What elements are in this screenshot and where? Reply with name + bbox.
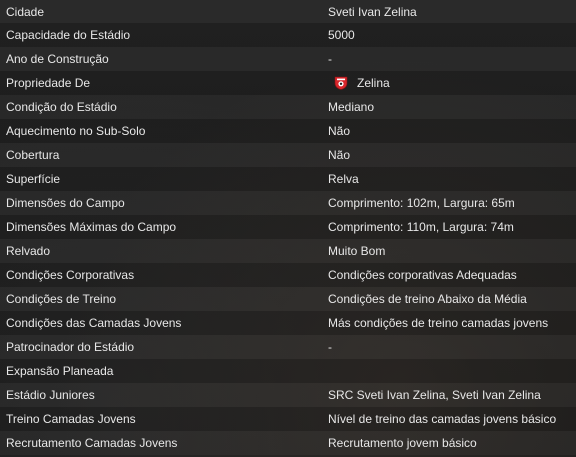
- row-youth-facilities: Condições das Camadas Jovens Más condiçõ…: [0, 311, 576, 335]
- row-training-facilities: Condições de Treino Condições de treino …: [0, 287, 576, 311]
- row-label: Recrutamento Camadas Jovens: [6, 436, 178, 450]
- row-label: Dimensões Máximas do Campo: [6, 220, 177, 234]
- row-value: Muito Bom: [328, 244, 386, 258]
- row-label: Expansão Planeada: [6, 364, 114, 378]
- row-label: Estádio Juniores: [6, 388, 95, 402]
- row-label: Aquecimento no Sub-Solo: [6, 124, 146, 138]
- owner-club[interactable]: Zelina: [328, 76, 390, 90]
- row-year-built: Ano de Construção -: [0, 47, 576, 71]
- row-label: Condições das Camadas Jovens: [6, 316, 182, 330]
- row-value: Recrutamento jovem básico: [328, 436, 477, 450]
- row-value: Sveti Ivan Zelina: [328, 4, 417, 19]
- row-label: Patrocinador do Estádio: [6, 340, 135, 354]
- row-value: Não: [328, 148, 351, 162]
- row-youth-recruitment: Recrutamento Camadas Jovens Recrutamento…: [0, 431, 576, 455]
- row-corporate-facilities: Condições Corporativas Condições corpora…: [0, 263, 576, 287]
- row-value: Comprimento: 102m, Largura: 65m: [328, 196, 515, 210]
- row-value: Más condições de treino camadas jovens: [328, 316, 549, 330]
- row-planned-expansion: Expansão Planeada: [0, 359, 576, 383]
- club-crest-icon: [334, 76, 348, 90]
- row-label: Superfície: [6, 172, 61, 186]
- row-label: Propriedade De: [6, 76, 91, 90]
- row-label: Cidade: [6, 4, 45, 19]
- row-value: Não: [328, 124, 351, 138]
- row-label: Dimensões do Campo: [6, 196, 125, 210]
- row-roof: Cobertura Não: [0, 143, 576, 167]
- row-max-pitch-dimensions: Dimensões Máximas do Campo Comprimento: …: [0, 215, 576, 239]
- row-junior-stadium: Estádio Juniores SRC Sveti Ivan Zelina, …: [0, 383, 576, 407]
- row-value: -: [328, 52, 332, 66]
- row-label: Cobertura: [6, 148, 60, 162]
- row-surface: Superfície Relva: [0, 167, 576, 191]
- row-stadium-condition: Condição do Estádio Mediano: [0, 95, 576, 119]
- row-value: SRC Sveti Ivan Zelina, Sveti Ivan Zelina: [328, 388, 541, 402]
- row-pitch-dimensions: Dimensões do Campo Comprimento: 102m, La…: [0, 191, 576, 215]
- row-value: Relva: [328, 172, 359, 186]
- stadium-info-panel: Cidade Sveti Ivan Zelina Capacidade do E…: [0, 0, 576, 457]
- row-value: Comprimento: 110m, Largura: 74m: [328, 220, 514, 234]
- row-label: Treino Camadas Jovens: [6, 412, 136, 426]
- row-owner: Propriedade De Zelina: [0, 71, 576, 95]
- row-value: Mediano: [328, 100, 375, 114]
- row-label: Condição do Estádio: [6, 100, 117, 114]
- row-value: Nível de treino das camadas jovens básic…: [328, 412, 557, 426]
- row-youth-training: Treino Camadas Jovens Nível de treino da…: [0, 407, 576, 431]
- owner-club-name[interactable]: Zelina: [357, 76, 390, 90]
- row-value: Condições corporativas Adequadas: [328, 268, 517, 282]
- row-undersoil-heating: Aquecimento no Sub-Solo Não: [0, 119, 576, 143]
- row-label: Condições Corporativas: [6, 268, 135, 282]
- row-label: Ano de Construção: [6, 52, 109, 66]
- row-value: Condições de treino Abaixo da Média: [328, 292, 527, 306]
- row-city: Cidade Sveti Ivan Zelina: [0, 0, 576, 23]
- row-value: 5000: [328, 28, 355, 42]
- row-label: Relvado: [6, 244, 51, 258]
- row-capacity: Capacidade do Estádio 5000: [0, 23, 576, 47]
- row-pitch-quality: Relvado Muito Bom: [0, 239, 576, 263]
- row-stadium-sponsor: Patrocinador do Estádio -: [0, 335, 576, 359]
- row-label: Condições de Treino: [6, 292, 117, 306]
- row-value: -: [328, 340, 332, 354]
- row-label: Capacidade do Estádio: [6, 28, 131, 42]
